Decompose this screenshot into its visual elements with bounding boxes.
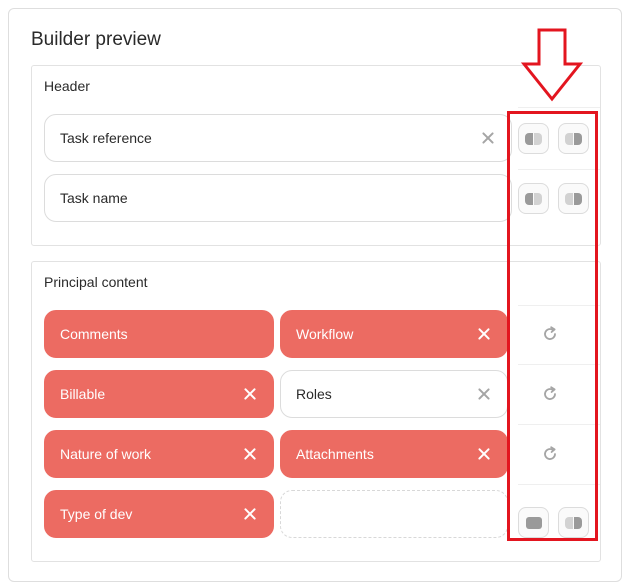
- close-icon[interactable]: [243, 387, 257, 401]
- close-icon[interactable]: [477, 387, 491, 401]
- field-label: Task name: [60, 190, 128, 206]
- field-label: Billable: [60, 386, 106, 402]
- field-label: Workflow: [296, 326, 354, 342]
- field-label: Task reference: [60, 130, 152, 146]
- field-comments[interactable]: Comments: [44, 310, 274, 358]
- header-section-title: Header: [44, 78, 90, 94]
- header-field-task-reference[interactable]: Task reference: [44, 114, 512, 162]
- close-icon[interactable]: [243, 507, 257, 521]
- field-label: Attachments: [296, 446, 374, 462]
- field-workflow[interactable]: Workflow: [280, 310, 508, 358]
- annotation-highlight-box: [507, 111, 598, 541]
- divider: [518, 107, 600, 108]
- down-arrow-icon: [521, 28, 583, 102]
- field-roles[interactable]: Roles: [280, 370, 508, 418]
- panel-title: Builder preview: [31, 29, 161, 50]
- field-label: Comments: [60, 326, 128, 342]
- field-billable[interactable]: Billable: [44, 370, 274, 418]
- close-icon[interactable]: [477, 447, 491, 461]
- field-label: Roles: [296, 386, 332, 402]
- close-icon[interactable]: [481, 131, 495, 145]
- field-attachments[interactable]: Attachments: [280, 430, 508, 478]
- principal-section-title: Principal content: [44, 274, 148, 290]
- field-label: Type of dev: [60, 506, 133, 522]
- header-field-task-name[interactable]: Task name: [44, 174, 512, 222]
- empty-field-slot[interactable]: [280, 490, 508, 538]
- close-icon[interactable]: [477, 327, 491, 341]
- close-icon[interactable]: [243, 447, 257, 461]
- field-type-of-dev[interactable]: Type of dev: [44, 490, 274, 538]
- field-label: Nature of work: [60, 446, 152, 462]
- field-nature-of-work[interactable]: Nature of work: [44, 430, 274, 478]
